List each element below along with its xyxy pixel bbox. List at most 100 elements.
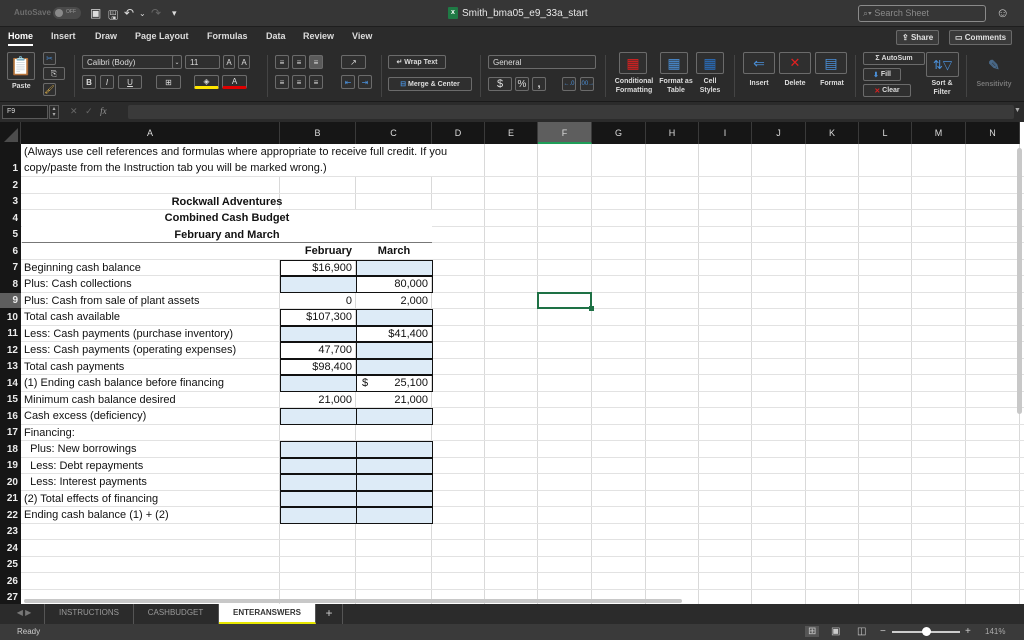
column-header-i[interactable]: I <box>699 122 752 144</box>
row-header-26[interactable]: 26 <box>0 573 21 590</box>
undo-dropdown-icon[interactable]: ⌄ <box>139 9 146 18</box>
column-header-b[interactable]: B <box>280 122 356 144</box>
cut-button[interactable]: ✂ <box>43 52 56 65</box>
increase-indent-button[interactable]: ⇥ <box>358 75 372 89</box>
insert-cells-button[interactable]: ⇐ <box>743 52 775 74</box>
fx-icon[interactable]: fx <box>100 106 107 116</box>
autosave-toggle[interactable]: OFF <box>53 7 81 19</box>
tab-review[interactable]: Review <box>303 31 334 41</box>
save-icon[interactable]: 🖫 <box>108 6 118 27</box>
number-format-select[interactable]: General <box>488 55 596 69</box>
decrease-decimal-button[interactable]: .00→ <box>580 77 594 91</box>
page-break-view-icon[interactable]: ◫ <box>857 626 866 637</box>
format-cells-button[interactable]: ▤ <box>815 52 847 74</box>
tab-home[interactable]: Home <box>8 31 34 46</box>
fill-handle[interactable] <box>589 306 594 311</box>
conditional-formatting-button[interactable]: ▦ <box>619 52 647 74</box>
paste-button[interactable]: 📋 <box>7 52 35 80</box>
page-layout-view-icon[interactable]: ▣ <box>831 626 840 637</box>
align-bottom-button[interactable]: ≡ <box>309 55 323 69</box>
cancel-icon[interactable]: ✕ <box>70 106 78 116</box>
row-header-1[interactable]: 1 <box>0 144 21 177</box>
sort-filter-button[interactable]: ⇅▽ <box>926 52 959 77</box>
comments-button[interactable]: ▭ Comments <box>949 30 1013 45</box>
name-box[interactable]: F9 <box>2 105 48 119</box>
enter-check-icon[interactable]: ✓ <box>85 106 93 116</box>
italic-button[interactable]: I <box>100 75 114 89</box>
column-header-e[interactable]: E <box>485 122 538 144</box>
column-header-l[interactable]: L <box>859 122 912 144</box>
decrease-font-size-button[interactable]: A <box>238 55 250 69</box>
normal-view-icon[interactable]: ⊞ <box>805 626 820 637</box>
underline-button[interactable]: U <box>118 75 142 89</box>
column-header-f[interactable]: F <box>538 122 592 144</box>
column-header-k[interactable]: K <box>806 122 859 144</box>
sheet-tab-cashbudget[interactable]: CASHBUDGET <box>133 604 219 624</box>
row-header-3[interactable]: 3 <box>0 194 21 210</box>
sheet-nav-arrows[interactable]: ◀ ▶ <box>0 604 48 624</box>
column-header-d[interactable]: D <box>432 122 485 144</box>
font-size-select[interactable]: 11 <box>185 55 220 69</box>
selected-cell-f9[interactable] <box>537 292 592 309</box>
row-header-10[interactable]: 10 <box>0 309 21 326</box>
row-header-17[interactable]: 17 <box>0 425 21 441</box>
column-header-j[interactable]: J <box>752 122 806 144</box>
redo-icon[interactable]: ↷ <box>151 6 161 20</box>
tab-page-layout[interactable]: Page Layout <box>135 31 189 41</box>
row-header-6[interactable]: 6 <box>0 243 21 260</box>
column-header-m[interactable]: M <box>912 122 966 144</box>
sheet-tab-enteranswers[interactable]: ENTERANSWERS <box>219 604 316 624</box>
formula-input[interactable] <box>128 105 1014 119</box>
row-header-7[interactable]: 7 <box>0 260 21 276</box>
row-header-5[interactable]: 5 <box>0 227 21 243</box>
column-header-c[interactable]: C <box>356 122 432 144</box>
format-as-table-button[interactable]: ▦ <box>660 52 688 74</box>
format-painter-button[interactable]: 🖌 <box>43 83 56 96</box>
align-left-button[interactable]: ≡ <box>275 75 289 89</box>
row-header-27[interactable]: 27 <box>0 590 21 604</box>
row-header-22[interactable]: 22 <box>0 507 21 524</box>
tab-draw[interactable]: Draw <box>95 31 117 41</box>
row-header-13[interactable]: 13 <box>0 359 21 375</box>
row-header-16[interactable]: 16 <box>0 408 21 425</box>
font-name-select[interactable]: Calibri (Body) <box>82 55 179 69</box>
tab-data[interactable]: Data <box>266 31 286 41</box>
align-center-button[interactable]: ≡ <box>292 75 306 89</box>
borders-button[interactable]: ⊞ <box>156 75 181 89</box>
comma-button[interactable]: , <box>532 77 546 91</box>
font-name-dropdown[interactable]: ⌄ <box>172 55 182 69</box>
currency-button[interactable]: $ <box>488 77 512 91</box>
search-sheet-input[interactable]: ⌕▾ Search Sheet <box>858 5 986 22</box>
align-middle-button[interactable]: ≡ <box>292 55 306 69</box>
row-header-9[interactable]: 9 <box>0 293 21 309</box>
align-top-button[interactable]: ≡ <box>275 55 289 69</box>
share-button[interactable]: ⇪ Share <box>896 30 940 45</box>
customize-toolbar-icon[interactable]: ▾ <box>172 8 177 19</box>
row-header-25[interactable]: 25 <box>0 557 21 573</box>
column-header-g[interactable]: G <box>592 122 646 144</box>
column-header-n[interactable]: N <box>966 122 1020 144</box>
decrease-indent-button[interactable]: ⇤ <box>341 75 355 89</box>
copy-button[interactable]: ⎘ <box>43 67 65 80</box>
row-header-21[interactable]: 21 <box>0 491 21 507</box>
row-header-12[interactable]: 12 <box>0 342 21 359</box>
cell-styles-button[interactable]: ▦ <box>696 52 724 74</box>
column-header-a[interactable]: A <box>21 122 280 144</box>
row-header-8[interactable]: 8 <box>0 276 21 293</box>
autosum-button[interactable]: Σ AutoSum <box>863 52 925 65</box>
orientation-button[interactable]: ↗ <box>341 55 366 69</box>
row-header-15[interactable]: 15 <box>0 392 21 408</box>
increase-font-size-button[interactable]: A <box>223 55 235 69</box>
row-header-19[interactable]: 19 <box>0 458 21 474</box>
row-header-14[interactable]: 14 <box>0 375 21 392</box>
zoom-slider-handle[interactable] <box>922 627 931 636</box>
tab-formulas[interactable]: Formulas <box>207 31 248 41</box>
row-header-24[interactable]: 24 <box>0 540 21 557</box>
delete-cells-button[interactable]: ✕ <box>779 52 811 74</box>
clear-button[interactable]: ✕ Clear <box>863 84 911 97</box>
row-header-23[interactable]: 23 <box>0 524 21 540</box>
row-header-18[interactable]: 18 <box>0 441 21 458</box>
name-box-stepper[interactable]: ▴ ▾ <box>49 105 59 119</box>
percent-button[interactable]: % <box>515 77 529 91</box>
sidebar-toggle-icon[interactable]: ▣ <box>90 6 101 20</box>
